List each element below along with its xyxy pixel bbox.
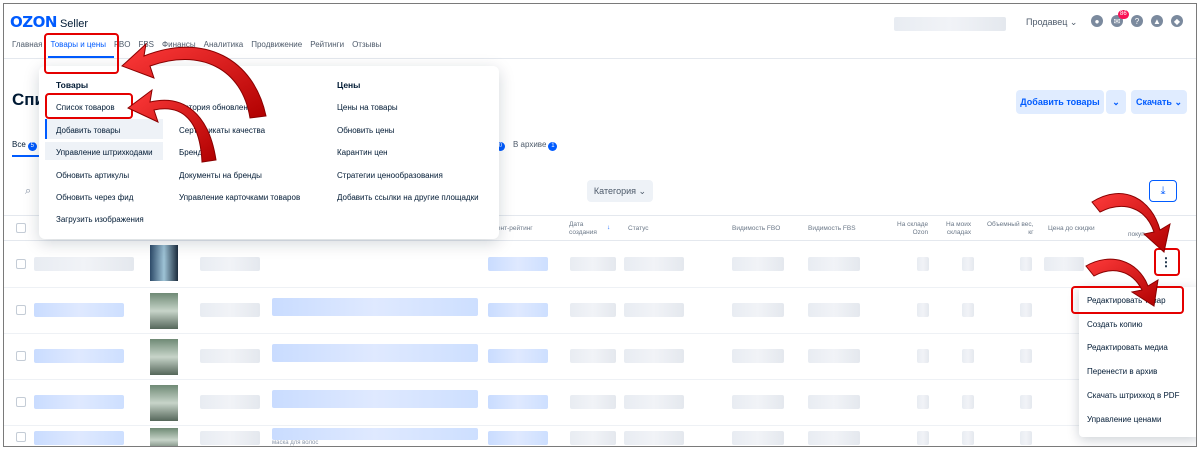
arrow-to-edit-product-icon [1085, 258, 1159, 307]
annotation-arrows [121, 42, 1171, 307]
arrow-to-product-list-icon [127, 88, 217, 163]
app-window: OZON Seller Главная Товары и цены FBO FB… [3, 3, 1197, 447]
arrow-to-kebab-icon [1091, 193, 1171, 253]
